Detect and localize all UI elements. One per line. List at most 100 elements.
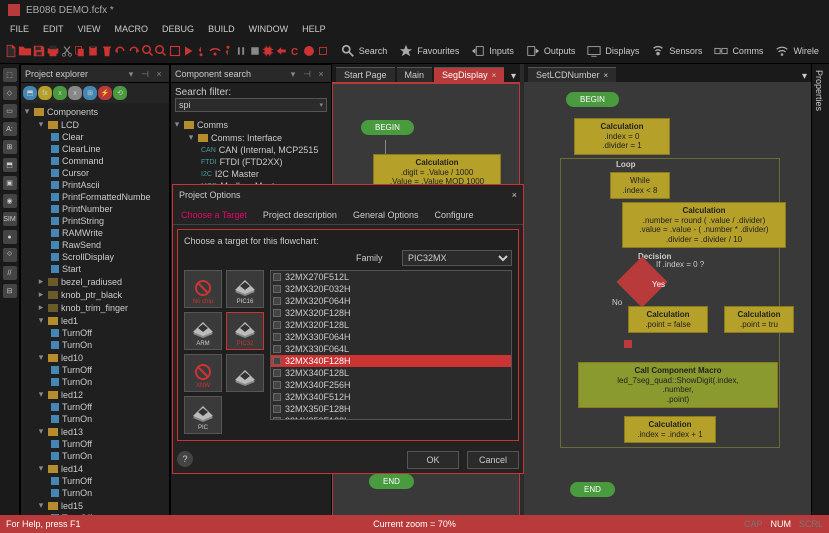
new-icon[interactable] (4, 41, 18, 61)
panel-pin-icon[interactable]: ⊣ (139, 68, 151, 80)
copy-icon[interactable] (73, 41, 86, 61)
tree-item[interactable]: TurnOn (23, 487, 167, 499)
sideicon[interactable]: ◇ (3, 86, 17, 100)
save-icon[interactable] (32, 41, 46, 61)
begin-node[interactable]: BEGIN (566, 92, 619, 107)
tree-item[interactable]: TurnOff (23, 364, 167, 376)
chip-option[interactable]: PIC32 (226, 312, 264, 350)
explorer-mini-icon[interactable]: x (68, 86, 82, 100)
target-item[interactable]: 32MX340F256H (271, 379, 511, 391)
compile-arrow-icon[interactable] (275, 41, 288, 61)
tree-item[interactable]: TurnOff (23, 327, 167, 339)
undo-icon[interactable] (113, 41, 127, 61)
zoomfit-icon[interactable] (168, 41, 181, 61)
calc-init[interactable]: Calculation.index = 0 .divider = 1 (574, 118, 670, 155)
tree-item[interactable]: TurnOn (23, 413, 167, 425)
macro-node[interactable]: Call Component Macroled_7seg_quad::ShowD… (578, 362, 778, 408)
tree-folder[interactable]: ▾ led13 (23, 425, 167, 438)
dlg-tab-config[interactable]: Configure (426, 207, 481, 223)
tree-item[interactable]: TurnOff (23, 438, 167, 450)
view-c-icon[interactable]: C (289, 41, 303, 61)
menu-macro[interactable]: MACRO (109, 22, 155, 36)
cancel-button[interactable]: Cancel (467, 451, 519, 469)
tree-item[interactable]: TurnOn (23, 339, 167, 351)
tree-item[interactable]: ClearLine (23, 143, 167, 155)
sideicon[interactable]: ⊟ (3, 284, 17, 298)
step-into-icon[interactable] (195, 41, 208, 61)
explorer-mini-icon[interactable]: ⟲ (113, 86, 127, 100)
panel-dropdown-icon[interactable]: ▾ (125, 68, 137, 80)
compile-chip-icon[interactable] (261, 41, 275, 61)
explorer-tree[interactable]: ▾ Components▾ LCD Clear ClearLine Comman… (21, 103, 169, 516)
tree-item[interactable]: CAN CAN (Internal, MCP2515 (173, 144, 329, 156)
zoomout-icon[interactable] (155, 41, 168, 61)
explorer-mini-icon[interactable]: x (53, 86, 67, 100)
end-node[interactable]: END (570, 482, 615, 497)
toolbar-wireless[interactable]: Wirele (769, 44, 825, 58)
menu-build[interactable]: BUILD (202, 22, 241, 36)
target-item[interactable]: 32MX350F128L (271, 415, 511, 420)
tree-item[interactable]: Command (23, 155, 167, 167)
tree-item[interactable]: I2C I2C Master (173, 168, 329, 180)
sideicon[interactable]: ▭ (3, 104, 17, 118)
target-item[interactable]: 32MX340F128H (271, 355, 511, 367)
explorer-mini-icon[interactable]: ⊞ (83, 86, 97, 100)
menu-edit[interactable]: EDIT (37, 22, 70, 36)
tree-item[interactable]: Cursor (23, 167, 167, 179)
chip-option[interactable]: ARM (184, 312, 222, 350)
toolbar-inputs[interactable]: Inputs (465, 44, 520, 58)
toolbar-search[interactable]: Search (335, 44, 394, 58)
tree-item[interactable]: TurnOn (23, 450, 167, 462)
paste-icon[interactable] (87, 41, 100, 61)
open-icon[interactable] (18, 41, 32, 61)
properties-label[interactable]: Properties (812, 64, 826, 117)
flowchart-right[interactable]: BEGIN Calculation.index = 0 .divider = 1… (524, 82, 811, 517)
tree-folder[interactable]: ▸ knob_trim_finger (23, 301, 167, 314)
target-item[interactable]: 32MX320F032H (271, 283, 511, 295)
tree-item[interactable]: PrintFormattedNumbe (23, 191, 167, 203)
sideicon[interactable]: ⊞ (3, 140, 17, 154)
tree-item[interactable]: Start (23, 263, 167, 275)
begin-node[interactable]: BEGIN (361, 120, 414, 135)
tabs-dropdown-icon[interactable]: ▾ (802, 71, 807, 82)
menu-debug[interactable]: DEBUG (156, 22, 200, 36)
ok-button[interactable]: OK (407, 451, 459, 469)
tree-item[interactable]: RAMWrite (23, 227, 167, 239)
explorer-mini-icon[interactable]: ⚡ (98, 86, 112, 100)
explorer-mini-icon[interactable]: fx (38, 86, 52, 100)
end-node[interactable]: END (369, 474, 414, 489)
calc-pf[interactable]: Calculation.point = false (628, 306, 708, 333)
redo-icon[interactable] (127, 41, 141, 61)
target-item[interactable]: 32MX350F128H (271, 403, 511, 415)
chip-option[interactable]: PIC16 (226, 270, 264, 308)
target-item[interactable]: 32MX270F512L (271, 271, 511, 283)
toolbar-favourites[interactable]: Favourites (393, 44, 465, 58)
tree-folder[interactable]: ▸ bezel_radiused (23, 275, 167, 288)
tree-item[interactable]: FTDI FTDI (FTD2XX) (173, 156, 329, 168)
properties-sidebar[interactable]: Properties (811, 64, 829, 517)
stop-icon[interactable] (248, 41, 261, 61)
step-over-icon[interactable] (208, 41, 221, 61)
target-item[interactable]: 32MX320F128H (271, 307, 511, 319)
calc-div[interactable]: Calculation.number = round ( .value / .d… (622, 202, 786, 248)
chip-option[interactable] (226, 354, 264, 392)
toolbar-displays[interactable]: Displays (581, 44, 645, 58)
tree-item[interactable]: TurnOff (23, 401, 167, 413)
calc-pt[interactable]: Calculation.point = tru (724, 306, 794, 333)
chip-option[interactable]: No chip (184, 270, 222, 308)
tree-folder[interactable]: ▾ led14 (23, 462, 167, 475)
explorer-mini-icon[interactable]: ⬒ (23, 86, 37, 100)
search-input[interactable] (175, 98, 327, 112)
tabs-dropdown-icon[interactable]: ▾ (511, 71, 516, 82)
dlg-tab-target[interactable]: Choose a Target (173, 207, 255, 223)
dialog-close-icon[interactable]: × (512, 190, 517, 200)
sideicon[interactable]: ⟐ (3, 248, 17, 262)
zoomin-icon[interactable] (141, 41, 154, 61)
tree-folder[interactable]: ▾ Comms: Interface (173, 131, 329, 144)
run-icon[interactable] (181, 41, 194, 61)
target-list[interactable]: 32MX270F512L32MX320F032H32MX320F064H32MX… (270, 270, 512, 420)
tab-startpage[interactable]: Start Page (336, 67, 395, 82)
panel-pin-icon[interactable]: ⊣ (301, 68, 313, 80)
tree-item[interactable]: Clear (23, 131, 167, 143)
chip-option[interactable]: PIC (184, 396, 222, 434)
